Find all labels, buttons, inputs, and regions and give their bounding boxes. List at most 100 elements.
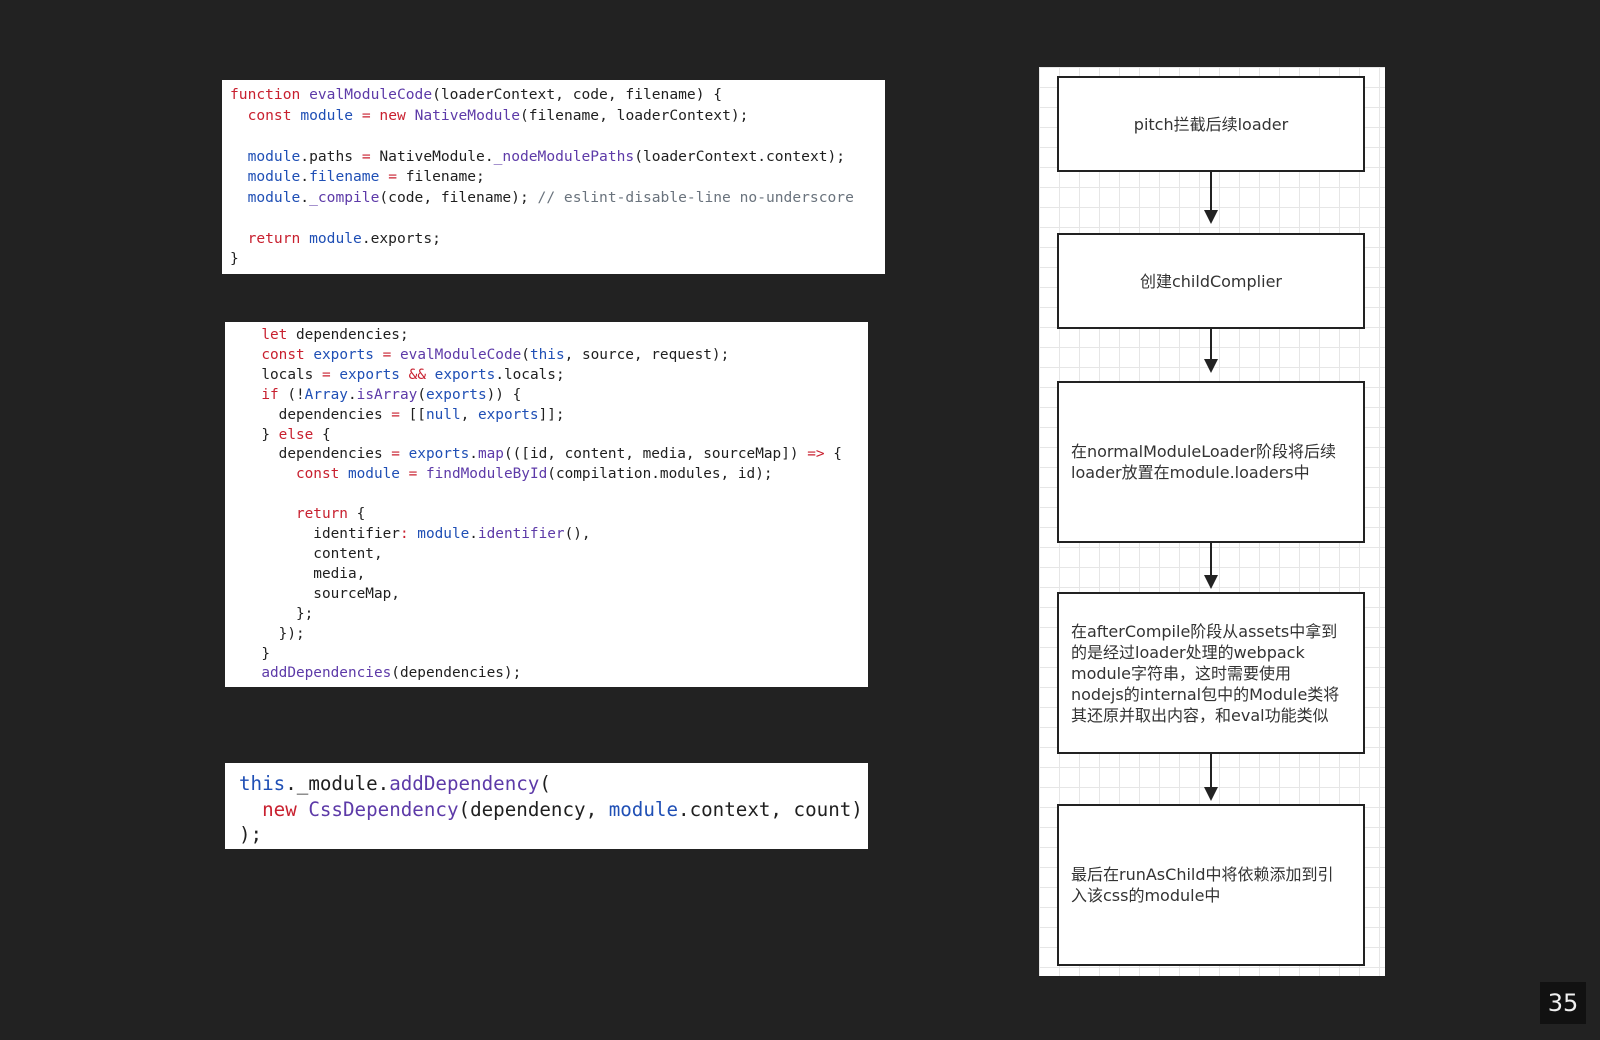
- code-token: .: [300, 168, 310, 185]
- code-token: exports: [434, 366, 496, 383]
- code-token: =: [321, 366, 331, 383]
- flow-step-create-child-compiler: 创建childComplier: [1057, 233, 1365, 329]
- code-token: (loaderContext.context);: [634, 147, 846, 165]
- code-token: (),: [564, 526, 591, 543]
- code-token: this: [529, 346, 565, 363]
- flow-step-label: 在afterCompile阶段从assets中拿到 的是经过loader处理的w…: [1071, 621, 1340, 725]
- code-token: =: [388, 168, 397, 185]
- code-token: , source, request);: [564, 346, 730, 363]
- flow-step-label: pitch拦截后续loader: [1133, 114, 1289, 134]
- flow-step-after-compile: 在afterCompile阶段从assets中拿到 的是经过loader处理的w…: [1057, 592, 1365, 754]
- code-line: const exports = evalModuleCode(this, sou…: [244, 346, 868, 366]
- code-token: const: [261, 346, 305, 363]
- code-line: identifier: module.identifier(),: [244, 525, 868, 545]
- code-line: module._compile(code, filename); // esli…: [230, 188, 885, 209]
- arrow-down-icon: [1204, 543, 1218, 589]
- code-token: exports: [313, 346, 374, 363]
- flowchart: pitch拦截后续loader 创建childComplier 在normalM…: [1039, 67, 1385, 976]
- code-token: if: [261, 386, 279, 403]
- code-line: const module = new NativeModule(filename…: [230, 106, 885, 127]
- code-token: locals: [244, 366, 322, 383]
- code-token: module: [608, 797, 679, 821]
- slide: function evalModuleCode(loaderContext, c…: [0, 0, 1600, 1040]
- code-token: CssDependency: [308, 797, 459, 821]
- code-token: .locals;: [495, 366, 565, 383]
- code-token: .: [469, 526, 478, 543]
- code-token: exports: [339, 366, 400, 383]
- code-token: .: [347, 386, 357, 403]
- code-line: let dependencies;: [244, 326, 868, 346]
- code-line: });: [244, 625, 868, 645]
- code-line: dependencies = exports.map(([id, content…: [244, 445, 868, 465]
- code-panel-dependencies: let dependencies; const exports = evalMo…: [225, 322, 868, 687]
- code-token: exports: [425, 386, 487, 403]
- code-line: );: [239, 822, 868, 848]
- code-line: };: [244, 605, 868, 625]
- code-token: filename;: [396, 168, 485, 185]
- code-token: .: [300, 188, 310, 206]
- code-token: }: [244, 426, 279, 443]
- code-token: module: [347, 466, 400, 483]
- code-token: .: [469, 446, 478, 463]
- page-number: 35: [1540, 982, 1586, 1024]
- code-token: filename: [309, 168, 380, 185]
- code-token: });: [244, 625, 305, 642]
- code-line: locals = exports && exports.locals;: [244, 366, 868, 386]
- code-token: module: [247, 188, 301, 206]
- code-line: module.filename = filename;: [230, 167, 885, 188]
- code-line: function evalModuleCode(loaderContext, c…: [230, 85, 885, 106]
- code-token: &&: [408, 366, 426, 383]
- code-token: (([id, content, media, sourceMap]): [503, 446, 808, 463]
- code-line: dependencies = [[null, exports]];: [244, 406, 868, 426]
- code-token: identifier: [477, 526, 565, 543]
- code-token: exports: [477, 406, 539, 423]
- code-token: (code, filename);: [379, 188, 538, 206]
- arrow-down-icon: [1204, 329, 1218, 373]
- code-token: {: [824, 446, 842, 463]
- code-line: if (!Array.isArray(exports)) {: [244, 386, 868, 406]
- code-token: map: [477, 446, 504, 463]
- code-token: }: [244, 645, 270, 662]
- code-line: module.paths = NativeModule._nodeModuleP…: [230, 147, 885, 168]
- code-line: this._module.addDependency(: [239, 771, 868, 797]
- arrow-down-icon: [1204, 172, 1218, 224]
- flow-step-label: 创建childComplier: [1139, 271, 1282, 291]
- code-token: =: [408, 466, 418, 483]
- code-line: }: [244, 645, 868, 665]
- code-token: isArray: [356, 386, 418, 403]
- code-token: NativeModule: [414, 106, 521, 124]
- code-token: };: [244, 605, 314, 622]
- code-token: null: [425, 406, 461, 423]
- code-token: exports: [408, 446, 470, 463]
- code-token: {: [347, 506, 366, 523]
- code-token: evalModuleCode: [309, 86, 433, 103]
- code-line: sourceMap,: [244, 585, 868, 605]
- code-token: media,: [244, 565, 366, 582]
- code-panel-add-dependency: this._module.addDependency( new CssDepen…: [225, 763, 868, 849]
- code-token: return: [247, 229, 301, 247]
- code-line: return module.exports;: [230, 229, 885, 250]
- flow-step-normal-module-loader: 在normalModuleLoader阶段将后续 loader放置在module…: [1057, 381, 1365, 543]
- code-token: identifier: [244, 526, 400, 543]
- code-token: }: [230, 250, 239, 267]
- code-token: addDependency: [389, 772, 540, 795]
- code-line: return {: [244, 505, 868, 525]
- code-token: (!: [278, 386, 305, 403]
- code-token: this: [239, 772, 286, 795]
- code-token: .exports;: [361, 229, 441, 247]
- code-token: const: [247, 106, 292, 124]
- code-token: dependencies: [244, 446, 392, 463]
